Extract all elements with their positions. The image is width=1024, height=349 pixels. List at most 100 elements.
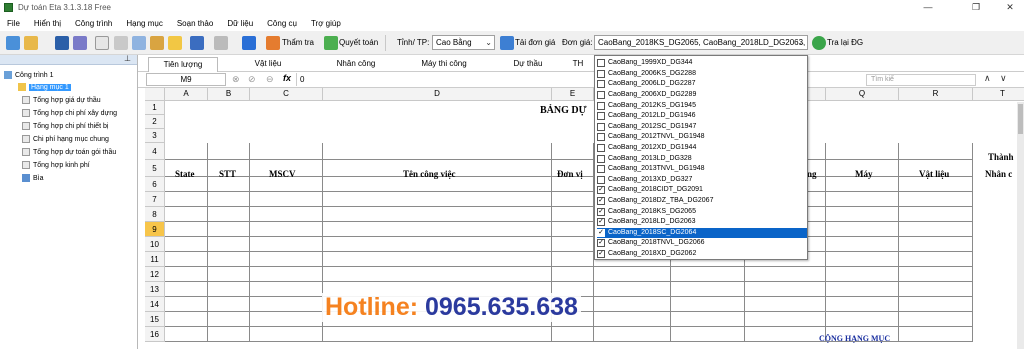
grid-cell[interactable]	[208, 143, 250, 160]
grid-cell[interactable]	[671, 312, 745, 327]
menu-dulieu[interactable]: Dữ liệu	[220, 19, 260, 28]
minimize-button[interactable]: —	[914, 0, 942, 15]
grid-cell[interactable]	[165, 297, 208, 312]
grid-cell[interactable]	[165, 222, 208, 237]
grid-cell[interactable]	[165, 282, 208, 297]
new-icon[interactable]	[6, 36, 20, 50]
row-header[interactable]: 12	[145, 267, 165, 282]
restore-button[interactable]: ❐	[962, 0, 990, 15]
grid-cell[interactable]	[899, 267, 973, 282]
checkbox[interactable]: ✓	[597, 250, 605, 259]
checkbox[interactable]	[597, 112, 605, 121]
grid-cell[interactable]	[826, 252, 899, 267]
grid-cell[interactable]	[208, 282, 250, 297]
grid-cell[interactable]	[899, 252, 973, 267]
grid-cell[interactable]	[552, 207, 594, 222]
checkbox[interactable]	[597, 165, 605, 174]
paste-icon[interactable]	[150, 36, 164, 50]
row-header[interactable]: 13	[145, 282, 165, 297]
grid-cell[interactable]	[165, 252, 208, 267]
grid-cell[interactable]	[208, 237, 250, 252]
row-header[interactable]: 2	[145, 115, 165, 129]
dongia-option[interactable]: CaoBang_2006KS_DG2288	[597, 69, 807, 80]
grid-cell[interactable]	[899, 282, 973, 297]
dongia-option[interactable]: CaoBang_2012KS_DG1945	[597, 100, 807, 111]
grid-cell[interactable]	[745, 312, 826, 327]
grid-cell[interactable]	[165, 207, 208, 222]
grid-cell[interactable]	[250, 192, 323, 207]
checkbox[interactable]	[597, 154, 605, 163]
spreadsheet[interactable]: A B C D E Q R T 1 2 3 4 5 6 7 8 9 10 11 12 13 14 15 16 …	[145, 88, 1024, 349]
grid-cell[interactable]	[594, 267, 671, 282]
checkbox[interactable]: ✓	[597, 239, 605, 248]
dongia-option[interactable]: CaoBang_2013XD_DG327	[597, 175, 807, 186]
checkbox[interactable]	[597, 175, 605, 184]
namebox[interactable]: M9	[146, 73, 226, 86]
grid-cell[interactable]	[250, 222, 323, 237]
grid-cell[interactable]	[323, 237, 552, 252]
checkbox[interactable]	[597, 144, 605, 153]
grid-cell[interactable]	[250, 312, 323, 327]
tree-item-giaduthau[interactable]: Tổng hợp giá dự thầu	[22, 96, 101, 104]
row-header[interactable]: 3	[145, 129, 165, 143]
grid-cell[interactable]	[552, 222, 594, 237]
tab-tienluong[interactable]: Tiên lượng	[148, 57, 218, 72]
grid-cell[interactable]	[826, 207, 899, 222]
checkbox[interactable]	[597, 133, 605, 142]
menu-hienthi[interactable]: Hiển thị	[27, 19, 68, 28]
chevron-up-icon[interactable]: ∧	[984, 73, 991, 84]
confirm-icon[interactable]: ⊘	[248, 74, 256, 85]
grid-cell[interactable]	[899, 192, 973, 207]
checkbox[interactable]	[597, 122, 605, 131]
dongia-option[interactable]: ✓ CaoBang_2018DZ_TBA_DG2067	[597, 196, 807, 207]
grid-cell[interactable]	[826, 312, 899, 327]
checkbox[interactable]: ✓	[597, 186, 605, 195]
format-painter-icon[interactable]	[168, 36, 182, 50]
dongia-option[interactable]: CaoBang_2012LD_DG1946	[597, 111, 807, 122]
row-header[interactable]: 10	[145, 237, 165, 252]
dongia-option[interactable]: CaoBang_2006XD_DG2289	[597, 90, 807, 101]
grid-cell[interactable]	[899, 297, 973, 312]
scrollbar-thumb[interactable]	[1018, 104, 1023, 134]
grid-cell[interactable]	[594, 297, 671, 312]
corner-cell[interactable]	[145, 88, 165, 101]
grid-cell[interactable]	[552, 327, 594, 342]
grid-cell[interactable]	[899, 327, 973, 342]
tab-nhancong[interactable]: Nhân công	[326, 57, 386, 72]
menu-congtrinh[interactable]: Công trình	[68, 19, 119, 28]
grid-cell[interactable]	[208, 207, 250, 222]
col-header-t[interactable]: T	[973, 88, 1024, 101]
tinhtp-select[interactable]: Cao Bằng ⌄	[432, 35, 495, 50]
row-header[interactable]: 7	[145, 192, 165, 207]
grid-cell[interactable]	[552, 143, 594, 160]
checkbox[interactable]	[597, 80, 605, 89]
grid-cell[interactable]	[165, 177, 208, 192]
dongia-select[interactable]: CaoBang_2018KS_DG2065, CaoBang_2018LD_DG…	[594, 35, 808, 50]
dongia-option[interactable]: CaoBang_2006LD_DG2287	[597, 79, 807, 90]
grid-cell[interactable]	[671, 327, 745, 342]
row-header[interactable]: 9	[145, 222, 165, 237]
grid-cell[interactable]	[323, 222, 552, 237]
grid-cell[interactable]	[745, 327, 826, 342]
col-header-b[interactable]: B	[208, 88, 250, 101]
grid-cell[interactable]	[745, 297, 826, 312]
thamtra-button[interactable]: Thẩm tra	[282, 38, 314, 47]
grid-cell[interactable]	[250, 282, 323, 297]
grid-cell[interactable]	[671, 267, 745, 282]
tree-root[interactable]: Công trình 1	[4, 71, 54, 79]
forward-icon[interactable]	[242, 36, 256, 50]
tree-item-thietbi[interactable]: Tổng hợp chi phí thiết bị	[22, 122, 108, 130]
grid-cell[interactable]	[323, 177, 552, 192]
grid-cell[interactable]	[250, 252, 323, 267]
col-header-a[interactable]: A	[165, 88, 208, 101]
grid-cell[interactable]	[745, 267, 826, 282]
grid-cell[interactable]	[899, 312, 973, 327]
grid-cell[interactable]	[826, 297, 899, 312]
grid-cell[interactable]	[208, 177, 250, 192]
grid-cell[interactable]	[826, 222, 899, 237]
grid-cell[interactable]	[165, 237, 208, 252]
tree-item-kinhphi[interactable]: Tổng hợp kinh phí	[22, 161, 90, 169]
tralai-button[interactable]: Tra lại ĐG	[827, 38, 863, 47]
grid-cell[interactable]	[745, 282, 826, 297]
grid-cell[interactable]	[899, 222, 973, 237]
